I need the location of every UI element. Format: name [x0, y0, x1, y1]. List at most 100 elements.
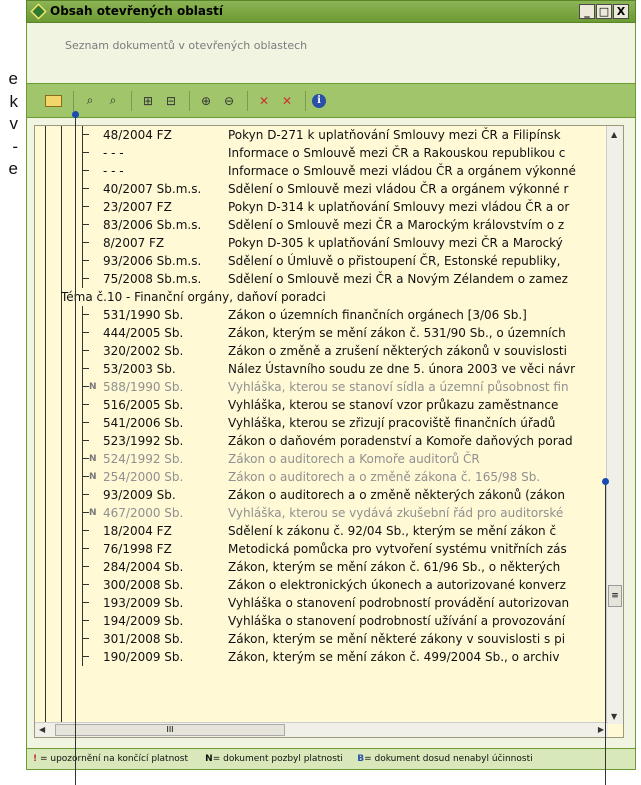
document-number: - - -	[103, 146, 124, 160]
document-title: Informace o Smlouvě mezi ČR a Rakouskou …	[228, 146, 566, 160]
document-number: 93/2009 Sb.	[103, 488, 176, 502]
tree-row[interactable]: 320/2002 Sb. Zákon o změně a zrušení někt…	[35, 342, 603, 360]
tree-row[interactable]: 48/2004 FZ Pokyn D-271 k uplatňování Smlo…	[35, 126, 603, 144]
close-button[interactable]: X	[613, 4, 629, 19]
document-title: Zákon o změně a zrušení některých zákonů…	[228, 344, 567, 358]
maximize-button[interactable]: □	[596, 4, 612, 19]
tree-row[interactable]: N 467/2000 Sb. Vyhláška, kterou se vydává …	[35, 504, 603, 522]
side-text: v	[9, 114, 19, 133]
tree-row[interactable]: 75/2008 Sb.m.s. Sdělení o Smlouvě mezi ČR…	[35, 270, 603, 288]
tree-row[interactable]: 300/2008 Sb. Zákon o elektronických úkone…	[35, 576, 603, 594]
tree-branch	[82, 494, 89, 495]
document-title: Pokyn D-314 k uplatňování Smlouvy mezi v…	[228, 200, 570, 214]
binoculars-next-icon[interactable]: ⌕	[103, 91, 123, 111]
document-title: Pokyn D-305 k uplatňování Smlouvy mezi Č…	[228, 236, 563, 250]
document-title: Sdělení o Smlouvě mezi ČR a Novým Zéland…	[228, 272, 568, 286]
scroll-thumb[interactable]: ≡	[608, 585, 622, 607]
tree-row[interactable]: 93/2006 Sb.m.s. Sdělení o Úmluvě o přisto…	[35, 252, 603, 270]
remove-all-icon[interactable]: ✕	[277, 91, 297, 111]
info-icon[interactable]: i	[312, 93, 326, 108]
tree-line	[82, 162, 83, 180]
tree-branch	[82, 566, 89, 567]
tree-row[interactable]: 76/1998 FZ Metodická pomůcka pro vytvořen…	[35, 540, 603, 558]
toolbar-separator	[189, 90, 190, 111]
document-title: Zákon, kterým se mění zákon č. 531/90 Sb…	[228, 326, 566, 340]
scroll-right-icon[interactable]: ▶	[598, 725, 604, 734]
tree-line	[82, 486, 83, 504]
tree-row[interactable]: - - - Informace o Smlouvě mezi vládou ČR …	[35, 162, 603, 180]
tree-line	[82, 432, 83, 450]
content-area: 48/2004 FZ Pokyn D-271 k uplatňování Smlo…	[26, 118, 636, 748]
tree-branch	[82, 188, 89, 189]
document-number: 320/2002 Sb.	[103, 344, 184, 358]
document-tree[interactable]: 48/2004 FZ Pokyn D-271 k uplatňování Smlo…	[34, 125, 624, 738]
title-bar[interactable]: Obsah otevřených oblastí _ □ X	[26, 0, 636, 23]
vertical-scrollbar[interactable]: ▲ ≡ ▼	[606, 126, 623, 724]
tree-row[interactable]: 301/2008 Sb. Zákon, kterým se mění někter…	[35, 630, 603, 648]
tree-row[interactable]: 284/2004 Sb. Zákon, kterým se mění zákon …	[35, 558, 603, 576]
tree-row[interactable]: 23/2007 FZ Pokyn D-314 k uplatňování Smlo…	[35, 198, 603, 216]
document-title: Zákon o územních finančních orgánech [3/…	[228, 308, 527, 322]
tree-branch	[82, 584, 89, 585]
tree-line	[82, 396, 83, 414]
scroll-left-icon[interactable]: ◀	[39, 725, 45, 734]
document-title: Vyhláška, kterou se zřizují pracoviště f…	[228, 416, 556, 430]
open-folder-icon[interactable]	[45, 94, 62, 107]
document-title: Vyhláška, kterou se stanoví sídla a územ…	[228, 380, 569, 394]
tree-branch	[82, 206, 89, 207]
window-controls: _ □ X	[579, 4, 629, 19]
tree-branch	[82, 152, 89, 153]
tree-row[interactable]: 193/2009 Sb. Vyhláška o stanovení podrobn…	[35, 594, 603, 612]
tree-row[interactable]: 531/1990 Sb. Zákon o územních finančních …	[35, 306, 603, 324]
tree-row[interactable]: 190/2009 Sb. Zákon, kterým se mění zákon …	[35, 648, 603, 666]
tree-row[interactable]: - - - Informace o Smlouvě mezi ČR a Rakou…	[35, 144, 603, 162]
remove-item-icon[interactable]: ✕	[254, 91, 274, 111]
expand-tree-icon[interactable]: ⊞	[138, 91, 158, 111]
document-number: 194/2009 Sb.	[103, 614, 184, 628]
tree-line	[82, 450, 83, 468]
collapse-node-icon[interactable]: ⊖	[219, 91, 239, 111]
expand-node-icon[interactable]: ⊕	[196, 91, 216, 111]
side-text: k	[9, 91, 19, 111]
document-number: 541/2006 Sb.	[103, 416, 184, 430]
tree-branch	[82, 422, 89, 423]
tree-row[interactable]: N 524/1992 Sb. Zákon o auditorech a Komoře…	[35, 450, 603, 468]
tree-rows: 48/2004 FZ Pokyn D-271 k uplatňování Smlo…	[35, 126, 603, 666]
callout-line	[75, 115, 76, 785]
minimize-button[interactable]: _	[579, 4, 595, 19]
document-title: Sdělení o Smlouvě mezi ČR a Marockým krá…	[228, 218, 565, 232]
tree-row[interactable]: 18/2004 FZ Sdělení k zákonu č. 92/04 Sb.,…	[35, 522, 603, 540]
horizontal-scrollbar[interactable]: ◀ III ▶	[35, 722, 608, 737]
tree-row[interactable]: 8/2007 FZ Pokyn D-305 k uplatňování Smlou…	[35, 234, 603, 252]
tree-row[interactable]: 523/1992 Sb. Zákon o daňovém poradenství …	[35, 432, 603, 450]
tree-row[interactable]: N 254/2000 Sb. Zákon o auditorech a o změn…	[35, 468, 603, 486]
tree-row[interactable]: 541/2006 Sb. Vyhláška, kterou se zřizují …	[35, 414, 603, 432]
document-title: Vyhláška o stanovení podrobností užívání…	[228, 614, 566, 628]
document-number: 531/1990 Sb.	[103, 308, 184, 322]
tree-category[interactable]: Téma č.10 - Finanční orgány, daňoví pora…	[35, 288, 603, 306]
scroll-up-icon[interactable]: ▲	[611, 130, 617, 139]
document-title: Zákon o elektronických úkonech a autoriz…	[228, 578, 566, 592]
binoculars-icon[interactable]: ⌕	[80, 91, 100, 111]
callout-line	[605, 482, 606, 785]
tree-row[interactable]: 93/2009 Sb. Zákon o auditorech a o změně …	[35, 486, 603, 504]
tree-line	[82, 234, 83, 252]
document-number: - - -	[103, 164, 124, 178]
document-title: Metodická pomůcka pro vytvoření systému …	[228, 542, 567, 556]
tree-row[interactable]: 83/2006 Sb.m.s. Sdělení o Smlouvě mezi ČR…	[35, 216, 603, 234]
tree-branch	[82, 458, 89, 459]
tree-row[interactable]: 194/2009 Sb. Vyhláška o stanovení podrobn…	[35, 612, 603, 630]
scroll-down-icon[interactable]: ▼	[611, 712, 617, 721]
tree-row[interactable]: N 588/1990 Sb. Vyhláška, kterou se stanoví…	[35, 378, 603, 396]
tree-row[interactable]: 444/2005 Sb. Zákon, kterým se mění zákon …	[35, 324, 603, 342]
tree-row[interactable]: 40/2007 Sb.m.s. Sdělení o Smlouvě mezi vl…	[35, 180, 603, 198]
tree-row[interactable]: 53/2003 Sb. Nález Ústavního soudu ze dne …	[35, 360, 603, 378]
tree-branch	[82, 368, 89, 369]
document-number: 23/2007 FZ	[103, 200, 172, 214]
collapse-tree-icon[interactable]: ⊟	[161, 91, 181, 111]
window-title: Obsah otevřených oblastí	[50, 4, 223, 18]
tree-branch	[82, 278, 89, 279]
hscroll-thumb[interactable]: III	[55, 724, 285, 736]
tree-row[interactable]: 516/2005 Sb. Vyhláška, kterou se stanoví …	[35, 396, 603, 414]
invalid-flag: N	[89, 454, 97, 464]
